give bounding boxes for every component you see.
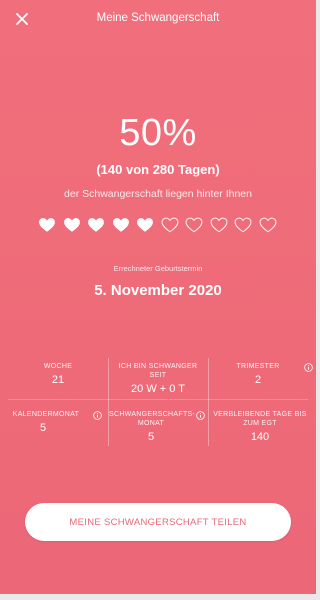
heart-filled-icon [112, 218, 129, 232]
stat-pregnant-since-value: 20 W + 0 T [131, 383, 185, 395]
progress-days: (140 von 280 Tagen) [96, 162, 220, 177]
stat-pregnant-since-label: ICH BIN SCHWANGER SEIT [118, 363, 198, 379]
stat-week: WOCHE 21 [8, 362, 108, 386]
pregnancy-progress-screen: Meine Schwangerschaft 50% (140 von 280 T… [0, 0, 316, 594]
info-icon[interactable] [93, 411, 102, 420]
stat-remaining-days-label: VERBLEIBENDE TAGE BIS ZUM EGT [213, 411, 307, 427]
stat-remaining-days: VERBLEIBENDE TAGE BIS ZUM EGT 140 [210, 410, 310, 443]
heart-empty-icon [259, 217, 276, 233]
heart-filled-icon [39, 218, 55, 232]
stat-calendar-month: KALENDERMONAT 5 [8, 410, 84, 434]
heart-empty-icon [210, 217, 227, 233]
heart-empty-icon [185, 217, 203, 233]
stat-calendar-month-value: 5 [40, 422, 47, 434]
heart-filled-icon [137, 218, 153, 232]
heart-empty-icon [234, 217, 252, 233]
share-pregnancy-button[interactable]: MEINE SCHWANGERSCHAFT TEILEN [25, 503, 291, 541]
stat-trimester-value: 2 [254, 374, 262, 386]
stat-trimester: TRIMESTER 2 [208, 362, 308, 386]
progress-hearts [38, 216, 278, 236]
stat-remaining-days-value: 140 [250, 431, 270, 443]
stat-trimester-label: TRIMESTER [236, 363, 280, 370]
grid-divider [8, 399, 308, 400]
heart-filled-icon [88, 218, 104, 232]
info-icon[interactable] [196, 411, 205, 420]
info-icon[interactable] [304, 363, 313, 372]
stat-pregnant-since: ICH BIN SCHWANGER SEIT 20 W + 0 T [112, 362, 204, 395]
heart-empty-icon [161, 217, 178, 233]
due-date-value: 5. November 2020 [94, 282, 222, 299]
top-bar: Meine Schwangerschaft [0, 0, 316, 38]
page-title: Meine Schwangerschaft [96, 12, 220, 24]
stats-grid: WOCHE 21 ICH BIN SCHWANGER SEIT 20 W + 0… [8, 358, 313, 448]
progress-percent: 50% [119, 112, 197, 154]
heart-filled-icon [63, 218, 80, 232]
stat-pregnancy-month: SCHWANGERSCHAFTS-MONAT 5 [109, 410, 196, 443]
stat-pregnancy-month-value: 5 [147, 431, 155, 443]
due-date-label: Errechneter Geburtstermin [113, 264, 203, 273]
progress-subtitle: der Schwangerschaft liegen hinter Ihnen [64, 188, 252, 200]
stat-week-label: WOCHE [43, 363, 73, 370]
stat-pregnancy-month-label: SCHWANGERSCHAFTS-MONAT [109, 411, 196, 427]
stat-calendar-month-label: KALENDERMONAT [12, 411, 80, 418]
stat-week-value: 21 [51, 374, 65, 386]
